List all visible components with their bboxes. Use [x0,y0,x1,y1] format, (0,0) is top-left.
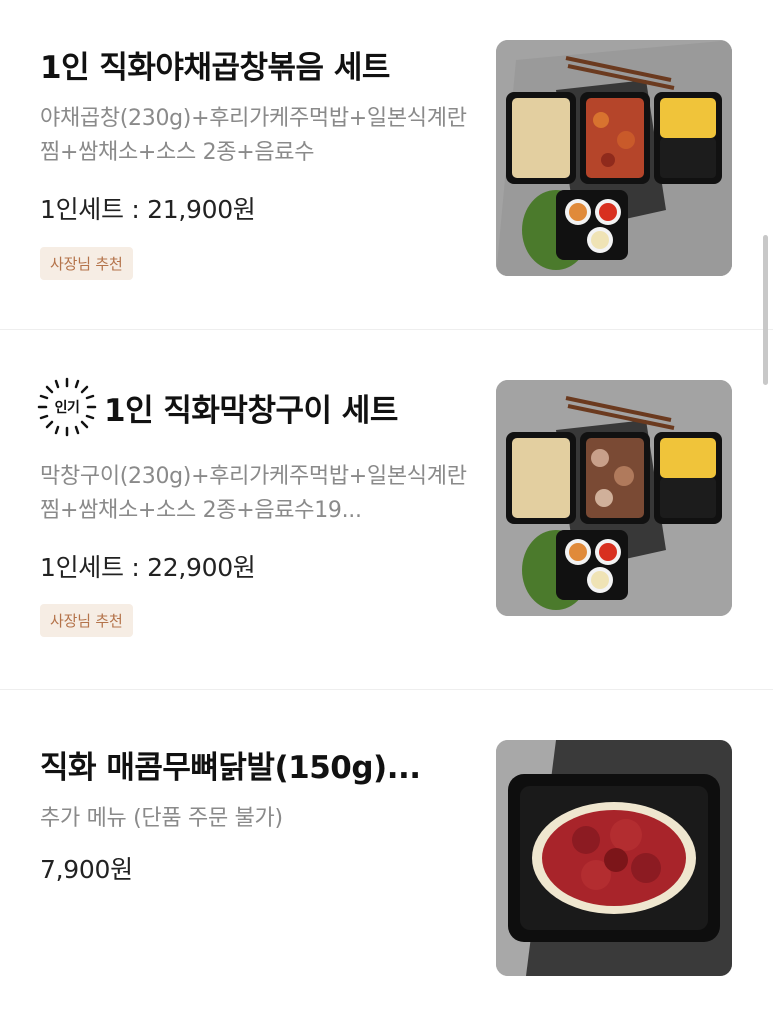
menu-item-description: 추가 메뉴 (단품 주문 불가) [40,806,283,831]
menu-item-title-row: 인기 1인 직화막창구이 세트 [36,376,456,438]
menu-item-price: 1인세트 : 22,900원 [40,553,256,582]
popular-badge-label: 인기 [54,400,80,416]
scrollbar[interactable] [763,235,768,385]
recommend-badge: 사장님 추천 [40,247,133,280]
menu-item-description: 막창구이(230g)+후리가케주먹밥+일본식계란찜+쌈채소+소스 2종+음료수1… [40,464,467,523]
menu-item-photo[interactable] [496,40,732,276]
menu-item-dakbal[interactable]: 직화 매콤무뼈닭발(150g)... 추가 메뉴 (단품 주문 불가) 7,90… [0,690,773,1022]
recommend-badge: 사장님 추천 [40,604,133,637]
popular-badge-icon: 인기 [36,376,98,438]
menu-item-title: 직화 매콤무뼈닭발(150g)... [40,750,421,786]
menu-item-price: 1인세트 : 21,900원 [40,195,256,224]
menu-item-makchang-set[interactable]: 인기 1인 직화막창구이 세트 막창구이(230g)+후리가케주먹밥+일본식계란… [0,330,773,688]
menu-item-price: 7,900원 [40,855,133,884]
menu-item-photo[interactable] [496,740,732,976]
menu-item-description: 야채곱창(230g)+후리가케주먹밥+일본식계란찜+쌈채소+소스 2종+음료수 [40,106,467,165]
menu-item-title: 1인 직화막창구이 세트 [104,392,398,429]
menu-item-photo[interactable] [496,380,732,616]
menu-item-gopchang-set[interactable]: 1인 직화야채곱창볶음 세트 야채곱창(230g)+후리가케주먹밥+일본식계란찜… [0,0,773,328]
menu-item-title: 1인 직화야채곱창볶음 세트 [40,50,390,86]
